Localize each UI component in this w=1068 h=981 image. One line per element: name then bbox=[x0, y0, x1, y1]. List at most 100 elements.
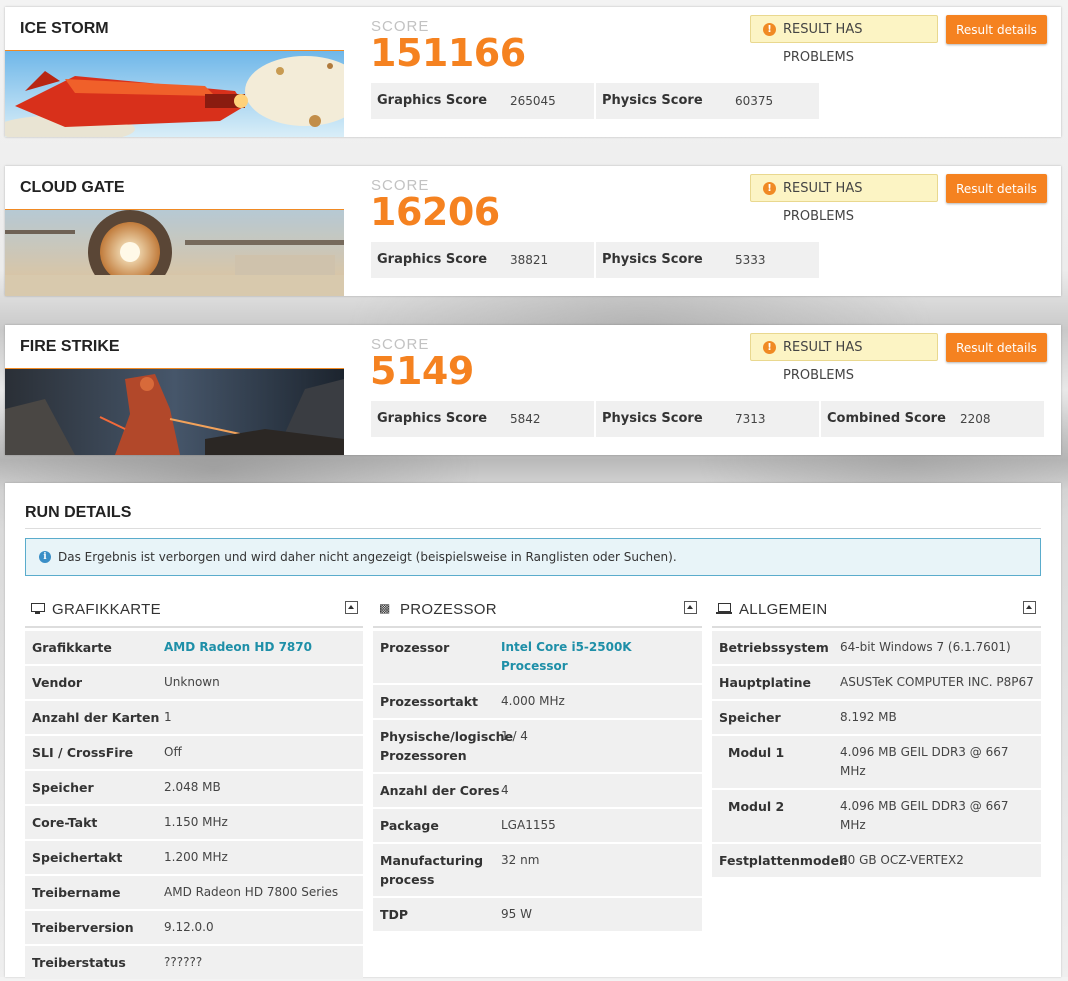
collapse-icon[interactable] bbox=[345, 601, 358, 614]
detail-row: Anzahl der Karten 1 bbox=[25, 701, 363, 734]
result-details-button[interactable]: Result details bbox=[946, 333, 1047, 362]
detail-key: Prozessor bbox=[380, 640, 450, 655]
physics-score: Physics Score 60375 bbox=[596, 83, 819, 119]
section-header: ▩ PROZESSOR bbox=[373, 596, 702, 628]
subscores: Graphics Score 38821 Physics Score 5333 bbox=[371, 242, 821, 278]
detail-value: ?????? bbox=[164, 955, 203, 969]
subscores: Graphics Score 265045 Physics Score 6037… bbox=[371, 83, 821, 119]
section-header: GRAFIKKARTE bbox=[25, 596, 363, 628]
result-problems-badge[interactable]: ! RESULT HAS PROBLEMS bbox=[750, 15, 938, 65]
subscore-value: 7313 bbox=[735, 412, 766, 426]
ice-storm-image bbox=[5, 51, 344, 137]
detail-key: Festplattenmodell bbox=[719, 853, 848, 868]
detail-key: Speichertakt bbox=[32, 850, 123, 865]
detail-row: Speicher 2.048 MB bbox=[25, 771, 363, 804]
warning-icon: ! bbox=[763, 341, 776, 354]
notice-text: Das Ergebnis ist verborgen und wird dahe… bbox=[58, 550, 677, 564]
detail-row: Treibername AMD Radeon HD 7800 Series bbox=[25, 876, 363, 909]
detail-value: 32 nm bbox=[501, 853, 540, 867]
detail-row: Grafikkarte AMD Radeon HD 7870 bbox=[25, 631, 363, 664]
subscore-value: 5842 bbox=[510, 412, 541, 426]
physics-score: Physics Score 7313 bbox=[596, 401, 819, 437]
subscore-value: 265045 bbox=[510, 94, 556, 108]
general-section: ALLGEMEIN Betriebssystem 64-bit Windows 7… bbox=[712, 596, 1041, 879]
detail-row: Core-Takt 1.150 MHz bbox=[25, 806, 363, 839]
detail-row: TDP 95 W bbox=[373, 898, 702, 931]
detail-value: Off bbox=[164, 745, 182, 759]
detail-key: TDP bbox=[380, 907, 409, 922]
collapse-icon[interactable] bbox=[1023, 601, 1036, 614]
detail-key: Betriebssystem bbox=[719, 640, 829, 655]
detail-key: Hauptplatine bbox=[719, 675, 812, 690]
detail-row: Prozessor Intel Core i5-2500K Processor bbox=[373, 631, 702, 683]
subscore-value: 5333 bbox=[735, 253, 766, 267]
benchmark-card-cloud-gate: CLOUD GATE SCORE 16206 ! RESULT HAS PROB… bbox=[5, 166, 1061, 296]
monitor-icon bbox=[31, 603, 45, 614]
detail-row: Treiberstatus?????? bbox=[25, 946, 363, 979]
benchmark-title: ICE STORM bbox=[5, 7, 344, 51]
detail-value: 2.048 MB bbox=[164, 780, 221, 794]
detail-row: Festplattenmodell 60 GB OCZ-VERTEX2 bbox=[712, 844, 1041, 877]
detail-value: 1.200 MHz bbox=[164, 850, 228, 864]
benchmark-card-ice-storm: ICE STORM SCORE 151166 ! RESULT HAS PROB… bbox=[5, 7, 1061, 137]
detail-key: Package bbox=[380, 818, 439, 833]
result-problems-badge[interactable]: ! RESULT HAS PROBLEMS bbox=[750, 174, 938, 224]
problems-text: RESULT HAS PROBLEMS bbox=[783, 181, 863, 224]
detail-value: 1 bbox=[164, 710, 172, 724]
detail-value: 64-bit Windows 7 (6.1.7601) bbox=[840, 640, 1011, 654]
collapse-icon[interactable] bbox=[684, 601, 697, 614]
subscore-name: Physics Score bbox=[602, 252, 703, 267]
detail-row: Treiberversion 9.12.0.0 bbox=[25, 911, 363, 944]
problems-text: RESULT HAS PROBLEMS bbox=[783, 340, 863, 383]
physics-score: Physics Score 5333 bbox=[596, 242, 819, 278]
warning-icon: ! bbox=[763, 182, 776, 195]
detail-link[interactable]: AMD Radeon HD 7870 bbox=[164, 631, 363, 664]
detail-value: 95 W bbox=[501, 907, 532, 921]
detail-row: Betriebssystem 64-bit Windows 7 (6.1.7601… bbox=[712, 631, 1041, 664]
overall-score: 151166 bbox=[370, 31, 526, 75]
section-header: ALLGEMEIN bbox=[712, 596, 1041, 628]
result-problems-badge[interactable]: ! RESULT HAS PROBLEMS bbox=[750, 333, 938, 383]
detail-key: Physische/logische Prozessoren bbox=[380, 729, 514, 763]
info-icon: i bbox=[39, 551, 51, 563]
benchmark-card-fire-strike: FIRE STRIKE SCORE 5149 ! RESULT HAS PROB… bbox=[5, 325, 1061, 455]
detail-value: AMD Radeon HD 7800 Series bbox=[164, 885, 339, 899]
detail-row: Physische/logische Prozessoren 1 / 4 bbox=[373, 720, 702, 772]
graphics-score: Graphics Score 265045 bbox=[371, 83, 594, 119]
detail-key: Anzahl der Karten bbox=[32, 710, 160, 725]
detail-key: Core-Takt bbox=[32, 815, 98, 830]
detail-row: Speichertakt 1.200 MHz bbox=[25, 841, 363, 874]
laptop-icon bbox=[716, 603, 732, 614]
detail-row: Anzahl der Cores 4 bbox=[373, 774, 702, 807]
detail-row: Package LGA1155 bbox=[373, 809, 702, 842]
detail-key: Vendor bbox=[32, 675, 83, 690]
detail-value: 1.150 MHz bbox=[164, 815, 228, 829]
detail-key: Modul 2 bbox=[728, 799, 785, 814]
result-details-button[interactable]: Result details bbox=[946, 174, 1047, 203]
detail-key: Manufacturing process bbox=[380, 853, 484, 887]
detail-row: Vendor Unknown bbox=[25, 666, 363, 699]
section-title: PROZESSOR bbox=[400, 601, 497, 618]
warning-icon: ! bbox=[763, 23, 776, 36]
gpu-section: GRAFIKKARTE Grafikkarte AMD Radeon HD 787… bbox=[25, 596, 363, 981]
subscore-name: Physics Score bbox=[602, 93, 703, 108]
detail-row: Prozessortakt 4.000 MHz bbox=[373, 685, 702, 718]
detail-key: Treiberstatus bbox=[32, 955, 126, 970]
problems-text: RESULT HAS PROBLEMS bbox=[783, 22, 863, 65]
detail-key: Treibername bbox=[32, 885, 121, 900]
subscore-name: Combined Score bbox=[827, 411, 946, 426]
detail-value: 4.096 MB GEIL DDR3 @ 667 MHz bbox=[840, 799, 1009, 832]
detail-value: 60 GB OCZ-VERTEX2 bbox=[840, 853, 964, 867]
subscore-value: 60375 bbox=[735, 94, 774, 108]
detail-key: Speicher bbox=[719, 710, 781, 725]
result-details-button[interactable]: Result details bbox=[946, 15, 1047, 44]
detail-value: 8.192 MB bbox=[840, 710, 897, 724]
subscore-value: 38821 bbox=[510, 253, 549, 267]
detail-key: Speicher bbox=[32, 780, 94, 795]
detail-value: 1 / 4 bbox=[501, 729, 528, 743]
detail-row: Speicher 8.192 MB bbox=[712, 701, 1041, 734]
detail-link[interactable]: Intel Core i5-2500K Processor bbox=[501, 631, 702, 683]
detail-key: Treiberversion bbox=[32, 920, 134, 935]
hidden-result-notice: i Das Ergebnis ist verborgen und wird da… bbox=[25, 538, 1041, 576]
detail-value: 9.12.0.0 bbox=[164, 920, 214, 934]
